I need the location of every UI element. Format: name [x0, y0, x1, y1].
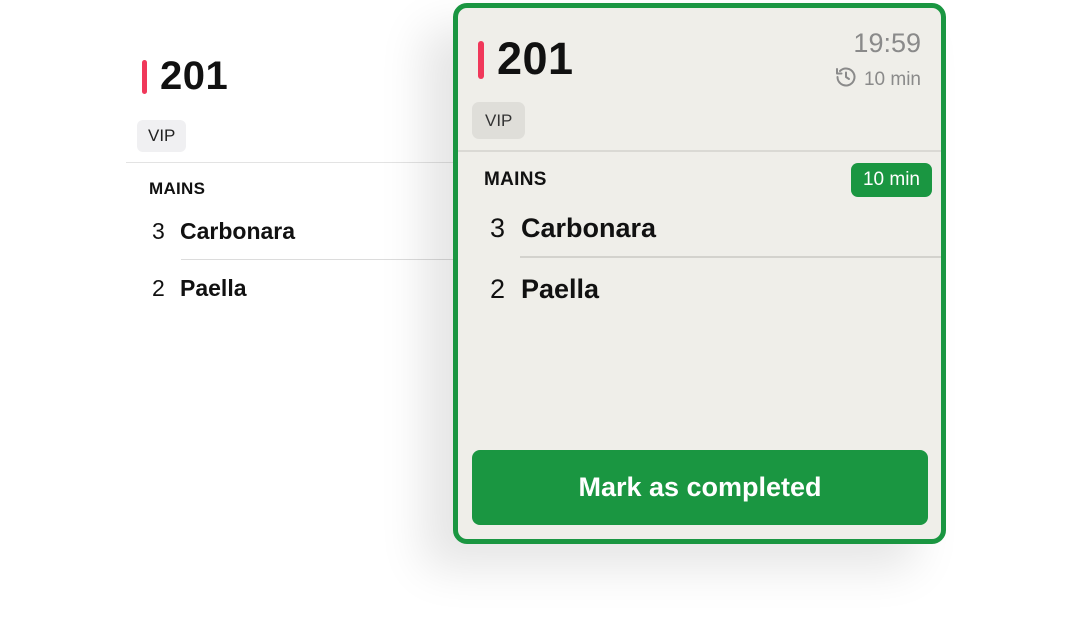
- item-name: Carbonara: [521, 213, 657, 243]
- item-divider: [520, 256, 941, 258]
- order-item[interactable]: 3 Carbonara: [490, 213, 656, 244]
- header-divider: [458, 150, 941, 152]
- ticket-tag: VIP: [472, 102, 526, 139]
- section-timer-badge: 10 min: [850, 163, 932, 197]
- elapsed-label: 10 min: [863, 69, 921, 90]
- item-quantity: 2: [152, 275, 165, 301]
- order-item[interactable]: 3 Carbonara: [152, 218, 295, 245]
- history-clock-icon: [834, 65, 858, 95]
- background-ticket[interactable]: 201 VIP MAINS 3 Carbonara 2 Paella: [126, 34, 466, 510]
- order-time: 19:59: [853, 28, 921, 58]
- order-item[interactable]: 2 Paella: [490, 274, 599, 305]
- priority-marker: [478, 41, 484, 79]
- item-name: Paella: [521, 274, 600, 304]
- item-quantity: 2: [490, 274, 506, 304]
- item-quantity: 3: [490, 213, 506, 243]
- ticket-number: 201: [497, 33, 574, 84]
- order-item[interactable]: 2 Paella: [152, 275, 247, 302]
- ticket-tag: VIP: [137, 120, 187, 152]
- item-divider: [181, 259, 466, 260]
- active-ticket[interactable]: 201 19:59 10 min VIP MAINS 10 min 3 Carbo…: [453, 3, 946, 544]
- elapsed-time: 10 min: [834, 65, 921, 95]
- ticket-number: 201: [160, 54, 229, 98]
- item-quantity: 3: [152, 218, 165, 244]
- mark-completed-button[interactable]: Mark as completed: [472, 450, 928, 525]
- item-name: Paella: [180, 275, 247, 301]
- section-label: MAINS: [149, 179, 206, 198]
- header-divider: [126, 162, 466, 163]
- priority-marker: [142, 60, 147, 94]
- section-label: MAINS: [484, 169, 547, 190]
- item-name: Carbonara: [180, 218, 296, 244]
